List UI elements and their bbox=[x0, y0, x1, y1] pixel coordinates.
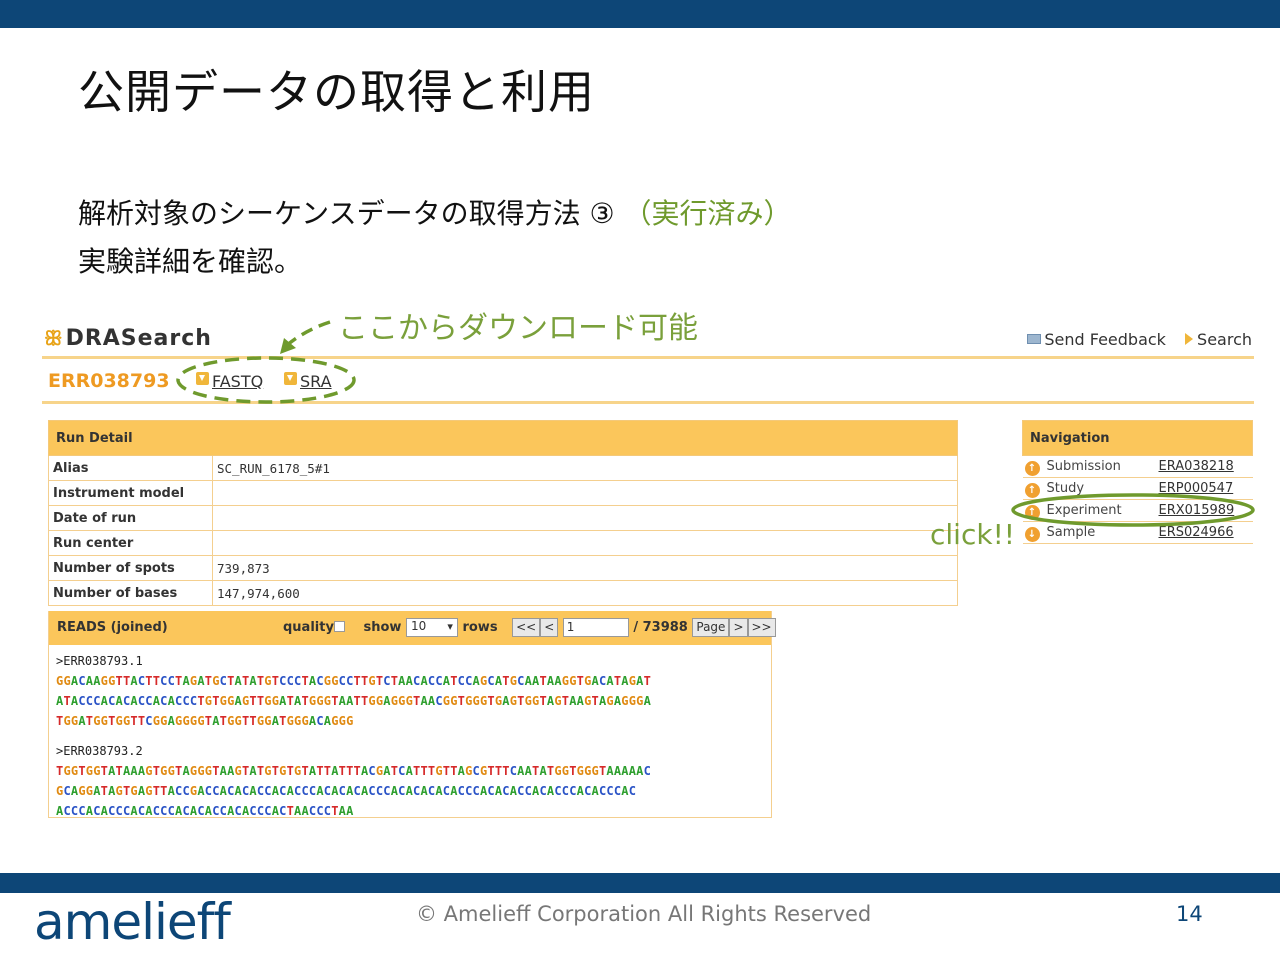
row-value bbox=[212, 480, 958, 506]
mail-icon bbox=[1027, 334, 1042, 344]
experiment-link[interactable]: ERX015989 bbox=[1159, 503, 1235, 518]
row-key: Run center bbox=[48, 530, 213, 556]
top-bar bbox=[0, 0, 1280, 28]
read-id: >ERR038793.1 bbox=[56, 654, 143, 668]
download-icon bbox=[196, 372, 209, 385]
send-feedback-link[interactable]: Send Feedback bbox=[1027, 330, 1166, 349]
table-row: Alias SC_RUN_6178_5#1 bbox=[48, 455, 958, 481]
body-line-2: 実験詳細を確認。 bbox=[78, 245, 303, 278]
sra-label: SRA bbox=[300, 372, 332, 391]
row-key: Alias bbox=[48, 455, 213, 481]
fastq-label: FASTQ bbox=[212, 372, 264, 391]
download-icon bbox=[284, 372, 297, 385]
sequence-line: TGGTGGTATAAAGTGGTAGGGTAAGTATGTGTGTATTATT… bbox=[56, 764, 651, 778]
header-divider bbox=[42, 356, 1254, 359]
fastq-download-link[interactable]: FASTQ bbox=[196, 372, 263, 391]
table-row: Number of spots 739,873 bbox=[48, 555, 958, 581]
amelieff-logo: amelieff bbox=[34, 893, 231, 951]
sequence-line: ACCCACACCCACACCCACACACCACACCCACTAACCCTAA bbox=[56, 804, 354, 818]
row-key: Number of spots bbox=[48, 555, 213, 581]
bottom-bar bbox=[0, 873, 1280, 893]
download-callout: ここからダウンロード可能 bbox=[338, 311, 698, 346]
row-value: SC_RUN_6178_5#1 bbox=[212, 455, 958, 481]
reads-title: READS (joined) bbox=[57, 620, 168, 635]
nav-row-experiment: ↑ Experiment ERX015989 bbox=[1022, 499, 1253, 522]
page-number: 14 bbox=[1176, 902, 1203, 926]
quality-label: quality bbox=[283, 620, 334, 635]
nav-label: Study bbox=[1044, 477, 1157, 500]
reads-controls: quality show 10 rows <<< 1 / 73988 Page>… bbox=[283, 618, 776, 637]
slide-title: 公開データの取得と利用 bbox=[78, 65, 595, 119]
nav-row-study: ↑ Study ERP000547 bbox=[1022, 477, 1253, 500]
arrow-up-icon: ↑ bbox=[1024, 504, 1040, 520]
sequence-line: ATACCCACACACCACACCCTGTGGAGTTGGATATGGGTAA… bbox=[56, 694, 651, 708]
last-page-button[interactable]: >> bbox=[747, 618, 776, 637]
run-accession: ERR038793 bbox=[48, 370, 170, 392]
nav-label: Experiment bbox=[1044, 499, 1157, 522]
table-row: Run center bbox=[48, 530, 958, 556]
sequence-line: TGGATGGTGGTTCGGAGGGGTATGGTTGGATGGGACAGGG bbox=[56, 714, 354, 728]
show-label: show bbox=[363, 620, 402, 635]
row-key: Instrument model bbox=[48, 480, 213, 506]
search-link[interactable]: Search bbox=[1185, 330, 1252, 349]
sra-download-link[interactable]: SRA bbox=[284, 372, 332, 391]
nav-label: Sample bbox=[1044, 521, 1157, 544]
row-key: Date of run bbox=[48, 505, 213, 531]
nav-row-submission: ↑ Submission ERA038218 bbox=[1022, 455, 1253, 478]
next-page-button[interactable]: > bbox=[729, 618, 748, 637]
sample-link[interactable]: ERS024966 bbox=[1159, 525, 1234, 540]
row-value: 739,873 bbox=[212, 555, 958, 581]
rows-select[interactable]: 10 bbox=[405, 618, 458, 637]
quality-checkbox[interactable] bbox=[333, 621, 345, 632]
copyright-text: © Amelieff Corporation All Rights Reserv… bbox=[416, 902, 872, 926]
page-input[interactable]: 1 bbox=[562, 618, 629, 637]
navigation-table: Navigation ↑ Submission ERA038218 ↑ Stud… bbox=[1022, 420, 1253, 544]
sequence-line: GCAGGATAGTGAGTTACCGACCACACACCACACCCACACA… bbox=[56, 784, 637, 798]
read-id: >ERR038793.2 bbox=[56, 744, 143, 758]
navigation-header: Navigation bbox=[1022, 420, 1253, 456]
arrow-up-icon: ↑ bbox=[1024, 460, 1040, 476]
arrow-up-icon: ↑ bbox=[1024, 482, 1040, 498]
callout-arrow bbox=[284, 320, 331, 348]
accession-divider bbox=[42, 401, 1254, 404]
search-label: Search bbox=[1197, 330, 1252, 349]
row-value: 147,974,600 bbox=[212, 580, 958, 606]
table-row: Date of run bbox=[48, 505, 958, 531]
body-line-1-text: 解析対象のシーケンスデータの取得方法 ③ bbox=[78, 197, 624, 230]
header-links: Send Feedback Search bbox=[1013, 330, 1252, 349]
page-button[interactable]: Page bbox=[692, 618, 730, 637]
row-value bbox=[212, 505, 958, 531]
send-feedback-label: Send Feedback bbox=[1044, 330, 1166, 349]
body-line-1: 解析対象のシーケンスデータの取得方法 ③ （実行済み） bbox=[78, 192, 792, 232]
reads-header: READS (joined) quality show 10 rows <<< … bbox=[49, 611, 776, 645]
dna-icon: ꕥ bbox=[44, 326, 64, 350]
logo-text: DRASearch bbox=[65, 326, 212, 351]
drasearch-logo[interactable]: ꕥDRASearch bbox=[44, 326, 212, 351]
body-line-1-note: （実行済み） bbox=[623, 197, 792, 230]
nav-label: Submission bbox=[1044, 455, 1157, 478]
first-page-button[interactable]: << bbox=[512, 618, 541, 637]
arrow-right-icon bbox=[1185, 333, 1194, 345]
row-value bbox=[212, 530, 958, 556]
arrow-down-icon: ↓ bbox=[1024, 526, 1040, 542]
reads-panel: READS (joined) quality show 10 rows <<< … bbox=[48, 611, 776, 818]
reads-body: >ERR038793.1 GGACAAGGTTACTTCCTAGATGCTATA… bbox=[49, 645, 771, 827]
run-detail-header: Run Detail bbox=[48, 420, 958, 456]
submission-link[interactable]: ERA038218 bbox=[1159, 459, 1234, 474]
click-callout: click!! bbox=[930, 518, 1016, 551]
sequence-line: GGACAAGGTTACTTCCTAGATGCTATATGTCCCTACGGCC… bbox=[56, 674, 651, 688]
table-row: Number of bases 147,974,600 bbox=[48, 580, 958, 606]
nav-row-sample: ↓ Sample ERS024966 bbox=[1022, 521, 1253, 544]
total-pages: / 73988 bbox=[633, 620, 688, 635]
rows-label: rows bbox=[462, 620, 498, 635]
callout-arrowhead bbox=[280, 338, 296, 354]
study-link[interactable]: ERP000547 bbox=[1159, 481, 1234, 496]
table-row: Instrument model bbox=[48, 480, 958, 506]
prev-page-button[interactable]: < bbox=[540, 618, 559, 637]
run-detail-table: Run Detail Alias SC_RUN_6178_5#1 Instrume… bbox=[48, 420, 958, 606]
row-key: Number of bases bbox=[48, 580, 213, 606]
